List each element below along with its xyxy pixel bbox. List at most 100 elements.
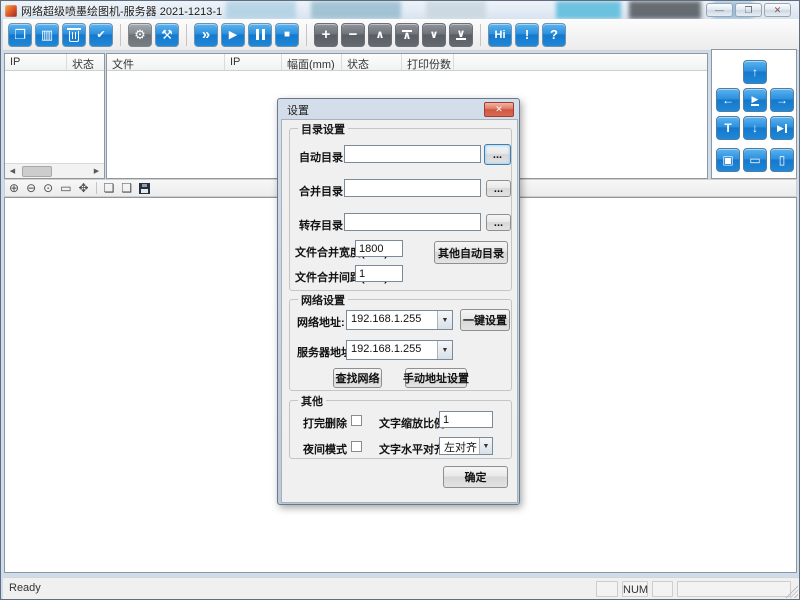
other-group-label: 其他: [298, 393, 326, 409]
zoom-reset-icon[interactable]: ⊙: [43, 182, 53, 194]
close-button[interactable]: ✕: [764, 3, 791, 17]
manual-addr-button[interactable]: 手动地址设置: [405, 368, 467, 388]
transfer-dir-browse-button[interactable]: ...: [486, 214, 511, 231]
column-header-width[interactable]: 幅面(mm): [282, 54, 342, 70]
page-preview-icon[interactable]: ❑: [121, 182, 132, 194]
confirm-button[interactable]: ✔: [89, 23, 113, 47]
text-scale-input[interactable]: [439, 411, 493, 428]
document-icon: ▯: [779, 153, 786, 167]
direction-panel: ↑ ← ▶ → T ↓ ▶ ▣ ▭ ▯: [711, 49, 797, 179]
network-addr-label: 网络地址:: [297, 314, 345, 330]
move-bottom-button[interactable]: ∨: [449, 23, 473, 47]
chevron-down-bar-icon: ∨: [456, 30, 466, 40]
merge-gap-input[interactable]: [355, 265, 403, 282]
move-down-button[interactable]: ∨: [422, 23, 446, 47]
merge-dir-input[interactable]: [344, 179, 481, 197]
glass-blur-decor: [426, 1, 486, 19]
auto-dir-browse-button[interactable]: ...: [484, 144, 511, 165]
text-align-combo[interactable]: 左对齐 ▼: [439, 437, 493, 455]
merge-dir-browse-button[interactable]: ...: [486, 180, 511, 197]
pan-icon[interactable]: ✥: [79, 182, 89, 194]
column-header-ip[interactable]: IP: [225, 54, 282, 70]
night-mode-label: 夜间模式: [303, 441, 347, 457]
app-window: 网络超级喷墨绘图机-服务器 2021-1213-1 — ❐ ✕ ❐ ▥ ✔ ⚙ …: [0, 0, 800, 600]
toolbar-separator: [120, 24, 121, 46]
network-addr-combo[interactable]: 192.168.1.255 ▼: [346, 310, 453, 330]
move-left-button[interactable]: ←: [716, 88, 740, 112]
column-header-status[interactable]: 状态: [67, 54, 104, 70]
document-button[interactable]: ▯: [770, 148, 794, 172]
fast-forward-button[interactable]: »: [194, 23, 218, 47]
pause-button[interactable]: [248, 23, 272, 47]
dialog-body: 目录设置 自动目录 ... 合并目录 ... 转存目录 ... 文件合并宽度(m…: [281, 119, 518, 503]
delete-after-print-label: 打完删除: [303, 415, 347, 431]
print-start-button[interactable]: ▶: [743, 88, 767, 112]
move-top-button[interactable]: ∧: [395, 23, 419, 47]
scroll-left-arrow[interactable]: ◀: [5, 164, 20, 178]
help-button[interactable]: ?: [542, 23, 566, 47]
column-header-file[interactable]: 文件: [107, 54, 225, 70]
server-addr-combo[interactable]: 192.168.1.255 ▼: [346, 340, 453, 360]
ruler-button[interactable]: ▭: [743, 148, 767, 172]
scroll-thumb[interactable]: [22, 166, 52, 177]
tools-icon: ⚒: [161, 27, 173, 43]
zoom-out-icon[interactable]: ⊖: [26, 182, 36, 194]
arrow-left-icon: ←: [722, 93, 734, 107]
move-up-button[interactable]: ↑: [743, 60, 767, 84]
scroll-right-arrow[interactable]: ▶: [89, 164, 104, 178]
remove-button[interactable]: −: [341, 23, 365, 47]
zoom-in-icon[interactable]: ⊕: [9, 182, 19, 194]
photo-button[interactable]: ▣: [716, 148, 740, 172]
ok-button[interactable]: 确定: [443, 466, 508, 488]
select-area-icon[interactable]: ▭: [60, 182, 71, 194]
move-up-button[interactable]: ∧: [368, 23, 392, 47]
move-to-end-button[interactable]: ▶: [770, 116, 794, 140]
add-button[interactable]: +: [314, 23, 338, 47]
column-header-status[interactable]: 状态: [342, 54, 402, 70]
stop-button[interactable]: ■: [275, 23, 299, 47]
other-auto-dirs-button[interactable]: 其他自动目录: [434, 241, 508, 264]
move-right-button[interactable]: →: [770, 88, 794, 112]
save-icon[interactable]: [139, 183, 150, 194]
column-header-copies[interactable]: 打印份数: [402, 54, 454, 70]
one-key-setup-button[interactable]: 一键设置: [460, 309, 510, 331]
column-header-ip[interactable]: IP: [5, 54, 67, 70]
night-mode-checkbox[interactable]: [351, 441, 362, 452]
text-tool-button[interactable]: T: [716, 116, 740, 140]
delete-after-print-checkbox[interactable]: [351, 415, 362, 426]
minimize-button[interactable]: —: [706, 3, 733, 17]
merge-width-input[interactable]: [355, 240, 403, 257]
settings-dialog: 设置 ✕ 目录设置 自动目录 ... 合并目录 ... 转存目录 ... 文件合…: [277, 98, 520, 505]
chevron-down-icon[interactable]: ▼: [437, 311, 452, 329]
chevron-down-icon[interactable]: ▼: [437, 341, 452, 359]
glass-blur-decor: [556, 1, 621, 19]
arrow-up-icon: ↑: [752, 65, 758, 79]
plus-icon: +: [322, 26, 331, 43]
tools-button[interactable]: ⚒: [155, 23, 179, 47]
open-file-button[interactable]: ❐: [8, 23, 32, 47]
chevron-up-bar-icon: ∧: [402, 30, 412, 40]
hi-button[interactable]: Hi: [488, 23, 512, 47]
dialog-title: 设置: [278, 99, 519, 119]
start-button[interactable]: ▶: [221, 23, 245, 47]
transfer-dir-input[interactable]: [344, 213, 481, 231]
move-down-button[interactable]: ↓: [743, 116, 767, 140]
dialog-close-button[interactable]: ✕: [484, 102, 514, 117]
ruler-icon: ▭: [749, 153, 760, 167]
delete-button[interactable]: [62, 23, 86, 47]
glass-blur-decor: [226, 1, 296, 19]
column-header-filler: [454, 54, 707, 70]
num-lock-indicator: NUM: [622, 581, 648, 597]
alert-button[interactable]: !: [515, 23, 539, 47]
settings-button[interactable]: ⚙: [128, 23, 152, 47]
copy-icon[interactable]: ❏: [104, 182, 115, 194]
horizontal-scrollbar[interactable]: ◀ ▶: [5, 163, 104, 178]
chevron-down-icon[interactable]: ▼: [479, 438, 492, 454]
toolbar-separator: [96, 182, 97, 194]
view-columns-button[interactable]: ▥: [35, 23, 59, 47]
play-icon: ▶: [229, 28, 237, 41]
maximize-button[interactable]: ❐: [735, 3, 762, 17]
auto-dir-input[interactable]: [344, 145, 481, 163]
find-network-button[interactable]: 查找网络: [333, 368, 382, 388]
trash-icon: [69, 31, 79, 42]
